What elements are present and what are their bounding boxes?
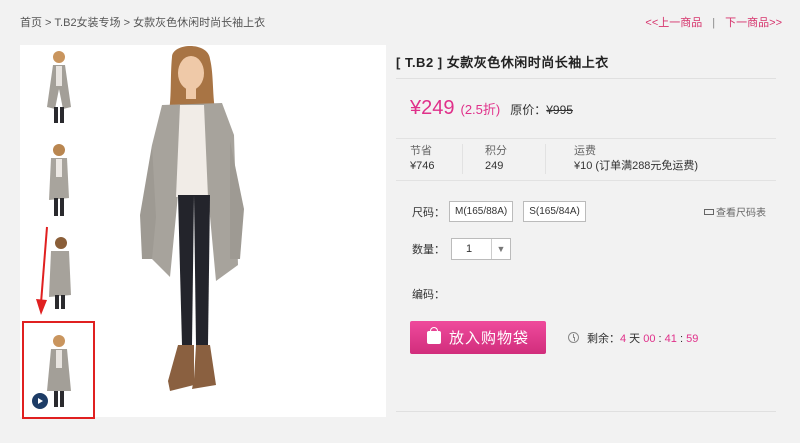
code-row: 编码： (412, 286, 776, 302)
model-side-icon (49, 144, 69, 216)
thumbnail-1[interactable] (28, 45, 90, 127)
model-front-icon (47, 51, 71, 123)
size-option-s[interactable]: S(165/84A) (523, 201, 586, 222)
product-info: [ T.B2 ] 女款灰色休闲时尚长袖上衣 ¥249 (2.5折) 原价： ¥9… (396, 45, 776, 417)
shopping-bag-icon (426, 327, 441, 344)
original-price: ¥995 (546, 103, 573, 117)
size-option-m[interactable]: M(165/88A) (449, 201, 514, 222)
red-arrow-icon (36, 226, 48, 315)
original-price-label: 原价： (510, 103, 547, 117)
countdown-hours: 00 (643, 332, 656, 345)
clock-icon (568, 332, 579, 343)
thumbnail-4-video[interactable] (22, 321, 95, 419)
prev-product-link[interactable]: <<上一商品 (645, 17, 702, 29)
bottom-divider (396, 411, 776, 412)
ruler-icon (704, 208, 714, 215)
breadcrumb-category[interactable]: T.B2女装专场 (55, 17, 121, 29)
price-row: ¥249 (2.5折) 原价： ¥995 (410, 97, 776, 120)
quantity-value: 1 (466, 243, 473, 255)
current-price: ¥249 (410, 97, 455, 119)
shipping-stat: 运费 ¥10 (订单满288元免运费) (546, 144, 698, 174)
savings-stat: 节省 ¥746 (396, 144, 463, 174)
quantity-label: 数量： (412, 244, 445, 256)
chevron-down-icon: ▼ (491, 239, 510, 259)
savings-value: ¥746 (410, 160, 435, 172)
breadcrumb-home[interactable]: 首页 (20, 17, 42, 29)
main-product-image (112, 45, 302, 417)
points-label: 积分 (485, 145, 507, 157)
thumbnail-2[interactable] (28, 138, 90, 220)
add-to-bag-label: 放入购物袋 (448, 330, 529, 347)
next-product-link[interactable]: 下一商品>> (725, 17, 782, 29)
countdown-colon: : (655, 332, 665, 345)
price-stats: 节省 ¥746 积分 249 运费 ¥10 (订单满288元免运费) (396, 138, 776, 181)
quantity-row: 数量： 1 ▼ (412, 238, 776, 260)
product-title: [ T.B2 ] 女款灰色休闲时尚长袖上衣 (396, 55, 609, 70)
shipping-label: 运费 (574, 145, 596, 157)
model-full-icon (140, 46, 244, 391)
size-label: 尺码： (412, 206, 445, 219)
nav-separator: | (712, 17, 716, 29)
countdown-label: 剩余： (587, 332, 620, 345)
countdown-seconds: 59 (686, 332, 699, 345)
breadcrumb-separator: > (42, 17, 55, 29)
countdown-day-unit: 天 (626, 332, 644, 345)
countdown-minutes: 41 (664, 332, 677, 345)
product-nav: <<上一商品 | 下一商品>> (645, 14, 782, 30)
breadcrumb-separator: > (120, 17, 134, 29)
add-to-bag-button[interactable]: 放入购物袋 (410, 321, 546, 354)
countdown-colon: : (676, 332, 687, 345)
size-row: 尺码： M(165/88A) S(165/84A) 查看尺码表 (412, 201, 776, 222)
points-stat: 积分 249 (463, 144, 546, 174)
discount-label: (2.5折) (460, 102, 501, 117)
size-chart-label: 查看尺码表 (716, 208, 766, 219)
title-divider (396, 78, 776, 79)
points-value: 249 (485, 160, 504, 172)
countdown-timer: 剩余：4 天 00 : 41 : 59 (587, 330, 698, 346)
video-play-icon[interactable] (30, 391, 50, 411)
size-chart-link[interactable]: 查看尺码表 (704, 204, 766, 219)
savings-label: 节省 (410, 145, 432, 157)
code-label: 编码： (412, 289, 445, 301)
breadcrumb-current: 女款灰色休闲时尚长袖上衣 (133, 17, 266, 29)
breadcrumb: 首页 > T.B2女装专场 > 女款灰色休闲时尚长袖上衣 (20, 14, 265, 30)
quantity-select[interactable]: 1 ▼ (451, 238, 511, 260)
buy-row: 放入购物袋 剩余：4 天 00 : 41 : 59 (410, 321, 776, 354)
shipping-value: ¥10 (订单满288元免运费) (574, 160, 699, 172)
